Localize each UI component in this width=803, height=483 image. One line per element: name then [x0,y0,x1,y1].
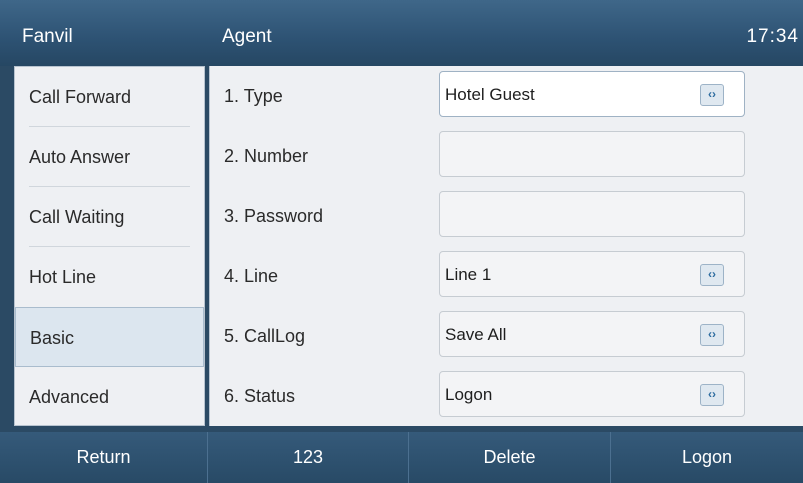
line-select[interactable]: Line 1 ‹› [439,251,745,297]
form-row-type: 1. Type Hotel Guest ‹› [210,66,803,126]
sidebar-item-label: Call Forward [29,87,132,107]
sidebar-item-label: Call Waiting [29,207,125,227]
form-row-status: 6. Status Logon ‹› [210,366,803,426]
return-softkey[interactable]: Return [0,432,208,483]
field-value: Hotel Guest [445,85,535,104]
sidebar-item-label: Advanced [29,387,110,407]
status-select[interactable]: Logon ‹› [439,371,745,417]
delete-softkey[interactable]: Delete [409,432,611,483]
input-mode-softkey[interactable]: 123 [208,432,409,483]
page-title: Agent [222,26,272,47]
password-input[interactable] [439,191,745,237]
sidebar-item-hot-line[interactable]: Hot Line [15,247,204,307]
status-header: Fanvil Agent 17:34 [0,0,803,66]
calllog-select[interactable]: Save All ‹› [439,311,745,357]
form-row-line: 4. Line Line 1 ‹› [210,246,803,306]
sidebar-item-auto-answer[interactable]: Auto Answer [15,127,204,187]
agent-form: 1. Type Hotel Guest ‹› 2. Number 3. Pass… [209,66,803,426]
field-label: 1. Type [224,86,283,106]
sidebar-item-call-waiting[interactable]: Call Waiting [15,187,204,247]
form-row-calllog: 5. CallLog Save All ‹› [210,306,803,366]
left-right-arrows-icon[interactable]: ‹› [700,384,724,406]
sidebar-item-label: Basic [30,328,75,348]
field-value: Line 1 [445,265,492,284]
content-area: Call Forward Auto Answer Call Waiting Ho… [0,66,803,432]
sidebar-item-basic[interactable]: Basic [15,307,204,367]
left-right-arrows-icon[interactable]: ‹› [700,84,724,106]
logon-softkey[interactable]: Logon [611,432,803,483]
field-label: 2. Number [224,146,309,166]
field-label: 3. Password [224,206,324,226]
left-right-arrows-icon[interactable]: ‹› [700,324,724,346]
field-label: 6. Status [224,386,296,406]
form-row-password: 3. Password [210,186,803,246]
form-row-number: 2. Number [210,126,803,186]
field-value: Save All [445,325,507,344]
field-label: 5. CallLog [224,326,306,346]
sidebar-item-advanced[interactable]: Advanced [15,367,204,427]
type-select[interactable]: Hotel Guest ‹› [439,71,745,117]
settings-sidebar: Call Forward Auto Answer Call Waiting Ho… [14,66,205,426]
left-right-arrows-icon[interactable]: ‹› [700,264,724,286]
sidebar-item-call-forward[interactable]: Call Forward [15,67,204,127]
field-label: 4. Line [224,266,279,286]
sidebar-item-label: Auto Answer [29,147,131,167]
softkey-bar: Return 123 Delete Logon [0,432,803,483]
clock-time: 17:34 [746,26,799,47]
brand-label: Fanvil [22,26,73,47]
field-value: Logon [445,385,493,404]
sidebar-item-label: Hot Line [29,267,97,287]
number-input[interactable] [439,131,745,177]
